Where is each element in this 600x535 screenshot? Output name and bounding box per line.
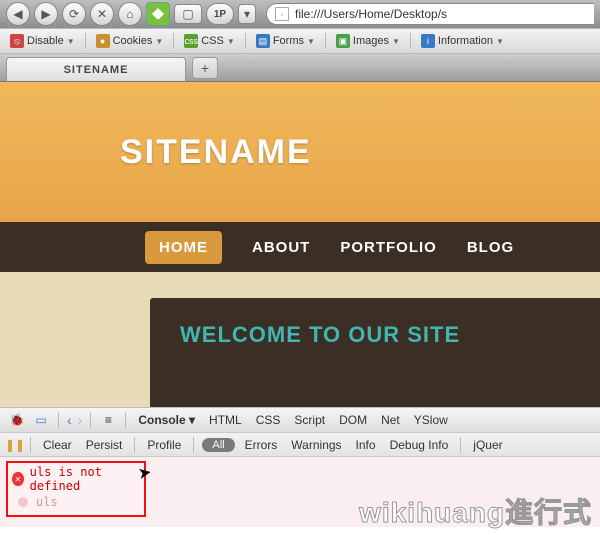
welcome-panel: WELCOME TO OUR SITE [150,298,600,407]
separator [90,412,91,428]
nav-blog[interactable]: BLOG [467,239,514,256]
disable-icon: ⦸ [10,34,24,48]
tab-script[interactable]: Script [290,413,329,427]
firebug-panel: 🐞 ▭ ‹ › ≡ Console ▾ HTML CSS Script DOM … [0,407,600,527]
site-title: SITENAME [120,133,312,172]
tab-console[interactable]: Console ▾ [134,413,199,427]
cookies-label: Cookies [113,35,153,47]
separator [193,437,194,453]
separator [325,33,326,49]
hero-banner: SITENAME [0,82,600,222]
onepassword-button[interactable]: 1P [206,3,234,25]
nav-home[interactable]: HOME [145,231,222,264]
images-label: Images [353,35,389,47]
error-icon: ✕ [12,472,24,486]
separator [173,33,174,49]
firebug-tabbar: 🐞 ▭ ‹ › ≡ Console ▾ HTML CSS Script DOM … [0,407,600,433]
back-arrow-icon[interactable]: ‹ [67,412,72,428]
firebug-icon[interactable]: 🐞 [8,411,26,429]
clear-button[interactable]: Clear [39,438,76,452]
forward-arrow-icon[interactable]: › [78,412,83,428]
reload-button[interactable]: ⟳ [62,2,86,26]
chevron-down-icon: ▼ [496,37,504,46]
site-navbar: HOME ABOUT PORTFOLIO BLOG [0,222,600,272]
pause-icon[interactable]: ❚❚ [8,438,22,452]
console-output: ✕ uls is not defined uls ➤ [0,457,600,527]
separator [245,33,246,49]
info-icon: i [421,34,435,48]
disable-label: Disable [27,35,64,47]
nav-portfolio[interactable]: PORTFOLIO [340,239,437,256]
inspect-icon[interactable]: ▭ [32,411,50,429]
tab-net[interactable]: Net [377,413,404,427]
information-menu[interactable]: i Information ▼ [417,34,508,48]
images-menu[interactable]: ▣ Images ▼ [332,34,404,48]
favicon-icon: ▫ [275,7,289,21]
filter-jquery[interactable]: jQuer [469,438,506,452]
bullet-icon [18,497,28,507]
tab-dom[interactable]: DOM [335,413,371,427]
separator [58,412,59,428]
developer-toolbar: ⦸ Disable ▼ ● Cookies ▼ css CSS ▼ ▤ Form… [0,28,600,54]
browser-chrome-top: ◀ ▶ ⟳ ✕ ⌂ ▢ 1P ▾ ▫ file:///Users/Home/De… [0,0,600,28]
error-row[interactable]: ✕ uls is not defined [12,465,138,493]
error-detail-row[interactable]: uls [12,495,138,509]
feedly-icon[interactable] [146,2,170,26]
filter-all[interactable]: All [202,438,234,452]
tab-yslow[interactable]: YSlow [410,413,452,427]
tab-css[interactable]: CSS [252,413,285,427]
separator [410,33,411,49]
disable-menu[interactable]: ⦸ Disable ▼ [6,34,79,48]
stop-button[interactable]: ✕ [90,2,114,26]
forms-menu[interactable]: ▤ Forms ▼ [252,34,319,48]
forward-button[interactable]: ▶ [34,2,58,26]
dropdown-button[interactable]: ▾ [238,4,256,24]
home-button[interactable]: ⌂ [118,2,142,26]
error-detail: uls [36,495,58,509]
menu-icon[interactable]: ≡ [99,411,117,429]
images-icon: ▣ [336,34,350,48]
cookies-icon: ● [96,34,110,48]
persist-button[interactable]: Persist [82,438,127,452]
css-label: CSS [201,35,224,47]
separator [460,437,461,453]
tab-html[interactable]: HTML [205,413,246,427]
error-message: uls is not defined [30,465,138,493]
separator [134,437,135,453]
chevron-down-icon: ▼ [392,37,400,46]
url-text: file:///Users/Home/Desktop/s [295,7,447,21]
tab-sitename[interactable]: SITENAME [6,57,186,81]
separator [125,412,126,428]
css-icon: css [184,34,198,48]
chevron-down-icon: ▼ [227,37,235,46]
firebug-toolbar: ❚❚ Clear Persist Profile All Errors Warn… [0,433,600,457]
nav-about[interactable]: ABOUT [252,239,310,256]
new-tab-button[interactable]: + [192,57,218,79]
chevron-down-icon: ▼ [307,37,315,46]
tab-strip: SITENAME + [0,54,600,82]
information-label: Information [438,35,493,47]
error-highlight: ✕ uls is not defined uls [6,461,146,517]
back-button[interactable]: ◀ [6,2,30,26]
separator [85,33,86,49]
forms-label: Forms [273,35,304,47]
chevron-down-icon: ▼ [67,37,75,46]
page-viewport: SITENAME HOME ABOUT PORTFOLIO BLOG WELCO… [0,82,600,407]
separator [30,437,31,453]
chevron-down-icon: ▼ [155,37,163,46]
url-field[interactable]: ▫ file:///Users/Home/Desktop/s [266,3,594,25]
filter-warnings[interactable]: Warnings [287,438,345,452]
page-body: WELCOME TO OUR SITE [0,272,600,407]
filter-debuginfo[interactable]: Debug Info [386,438,453,452]
cookies-menu[interactable]: ● Cookies ▼ [92,34,168,48]
filter-errors[interactable]: Errors [241,438,282,452]
forms-icon: ▤ [256,34,270,48]
profile-button[interactable]: Profile [143,438,185,452]
filter-info[interactable]: Info [352,438,380,452]
css-menu[interactable]: css CSS ▼ [180,34,239,48]
reader-button[interactable]: ▢ [174,4,202,24]
welcome-heading: WELCOME TO OUR SITE [180,322,570,348]
